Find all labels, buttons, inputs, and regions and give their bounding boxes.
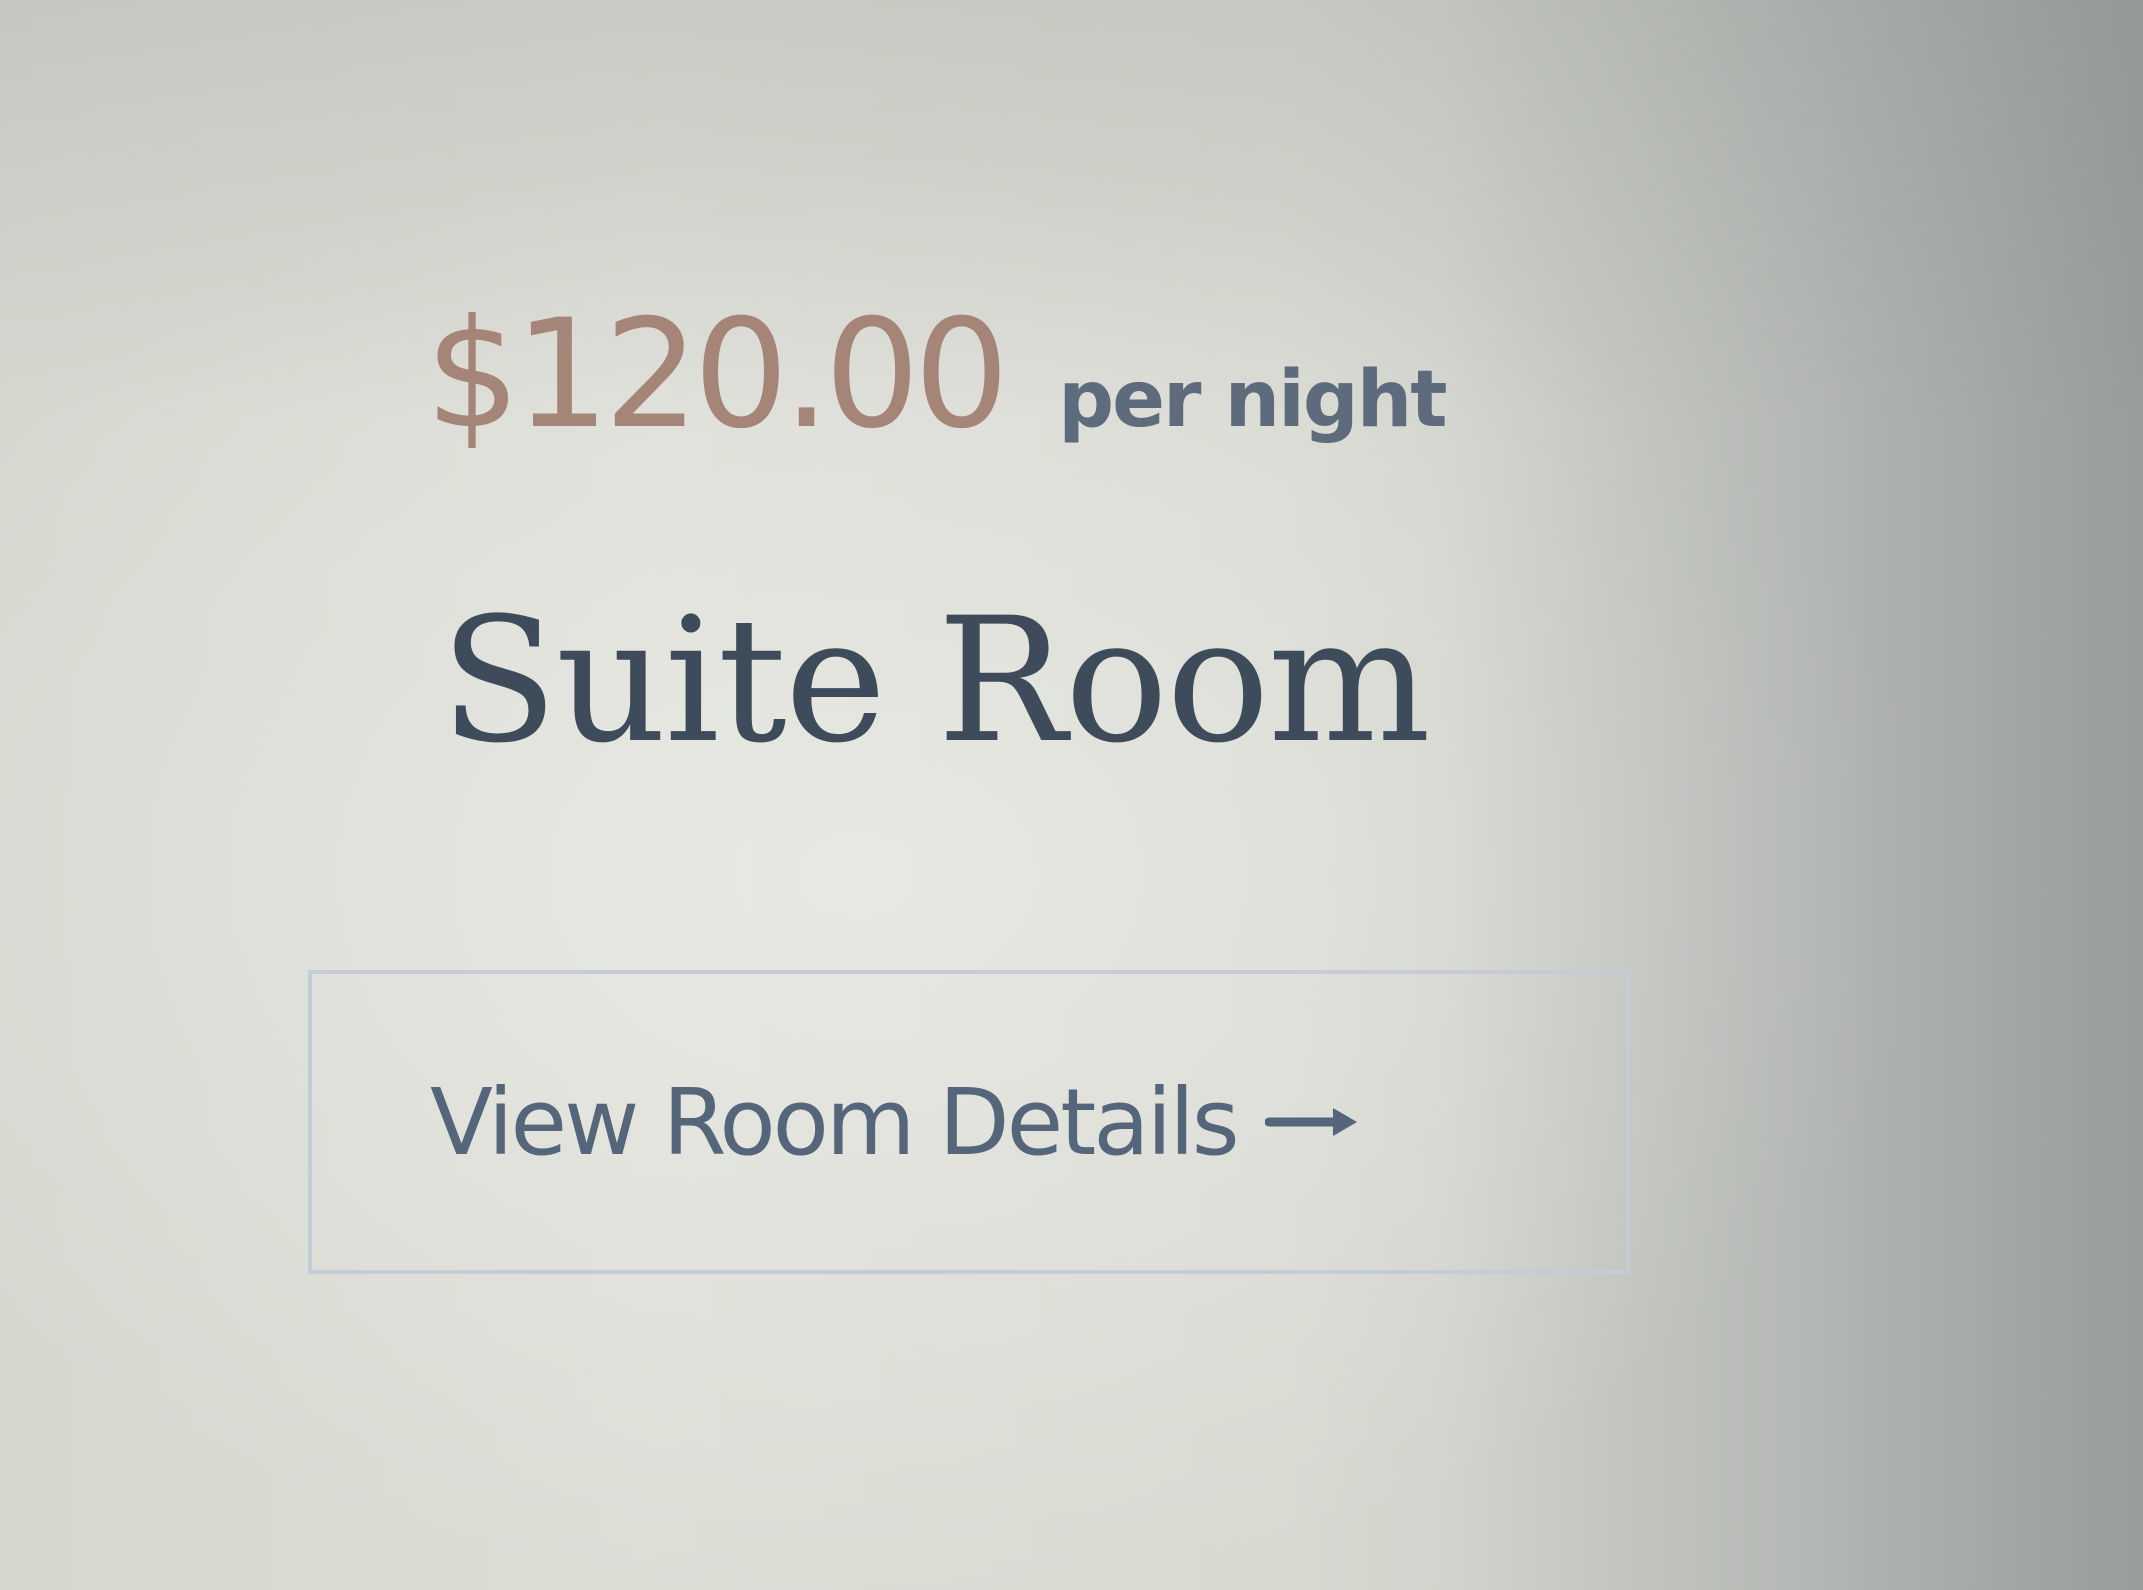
room-card: $120.00 per night Suite Room View Room D… xyxy=(300,280,1700,1340)
room-name: Suite Room xyxy=(440,580,1431,781)
view-room-details-label: View Room Details xyxy=(430,1068,1240,1176)
view-room-details-button[interactable]: View Room Details xyxy=(308,970,1630,1274)
price-row: $120.00 per night xyxy=(425,288,1448,462)
price-unit: per night xyxy=(1058,355,1447,445)
arrow-right-icon xyxy=(1264,1102,1360,1142)
room-price: $120.00 xyxy=(425,288,1009,462)
